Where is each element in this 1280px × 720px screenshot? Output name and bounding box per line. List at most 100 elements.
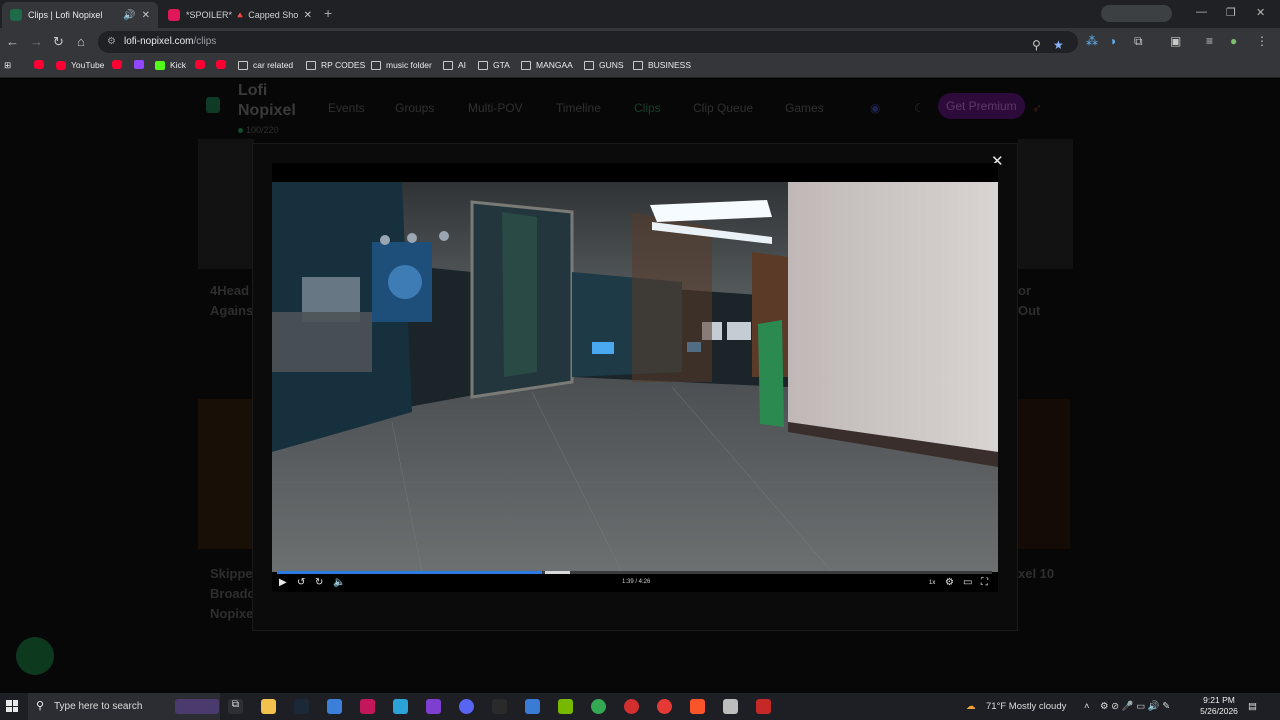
toolbar: ← → ↻ ⌂ ⚙ lofi-nopixel.com/clips ⚲ ★ ⁂ ◗… <box>0 28 1280 56</box>
app-icon[interactable] <box>756 699 771 714</box>
bookmark-folder-rp-codes[interactable]: RP CODES <box>306 60 365 70</box>
bookmark-kick[interactable]: Kick <box>155 60 186 70</box>
screenshot-icon[interactable]: ▣ <box>1170 34 1181 48</box>
close-tab-icon[interactable]: ✕ <box>304 10 312 21</box>
folder-icon <box>584 60 594 70</box>
extensions-puzzle-icon[interactable]: ⧉ <box>1134 34 1143 49</box>
chevron-up-icon[interactable]: ˄ <box>1084 701 1090 712</box>
weather-text[interactable]: 71°F Mostly cloudy <box>986 701 1066 712</box>
file-explorer-icon[interactable] <box>261 699 276 714</box>
site-info-icon[interactable]: ⚙ <box>107 31 116 53</box>
bookmark-star-icon[interactable]: ★ <box>1053 34 1064 56</box>
youtube-favicon-icon <box>168 9 180 21</box>
forward-icon[interactable]: → <box>30 34 43 49</box>
steam-icon[interactable] <box>294 699 309 714</box>
tab-spoiler[interactable]: *SPOILER* 🔺 Capped Shows N ✕ <box>160 2 320 28</box>
tab-strip: Clips | Lofi Nopixel 🔊 ✕ *SPOILER* 🔺 Cap… <box>0 0 1280 28</box>
nvidia-icon[interactable] <box>558 699 573 714</box>
nav-events[interactable]: Events <box>328 101 365 115</box>
bookmark-twitch-icon[interactable] <box>134 60 149 69</box>
bookmark-folder-guns[interactable]: GUNS <box>584 60 624 70</box>
notifications-icon[interactable]: ▤ <box>1248 701 1257 712</box>
tray-icons[interactable]: ⚙ ⊘ 🎤 ▭ 🔊 ✎ <box>1100 701 1170 712</box>
bookmark-folder-business[interactable]: BUSINESS <box>633 60 691 70</box>
get-premium-button[interactable]: Get Premium <box>938 93 1025 119</box>
affinity-icon[interactable] <box>360 699 375 714</box>
fullscreen-icon[interactable]: ⛶ <box>981 577 988 588</box>
clip-title: Skippe Broadc Nopixe <box>210 566 254 621</box>
bookmark-folder-music[interactable]: music folder <box>371 60 432 70</box>
windows-start-icon[interactable] <box>6 700 18 712</box>
clip-card[interactable] <box>1018 399 1070 549</box>
menu-icon[interactable]: ⋮ <box>1256 34 1268 48</box>
media-player-icon[interactable] <box>624 699 639 714</box>
nav-clip-queue[interactable]: Clip Queue <box>693 101 753 115</box>
nav-timeline[interactable]: Timeline <box>556 101 601 115</box>
bookmark-youtube-icon[interactable] <box>195 60 210 69</box>
chat-button[interactable] <box>16 637 54 675</box>
nav-clips[interactable]: Clips <box>634 101 661 115</box>
video-player[interactable]: ▶ ↺ ↻ 🔈 1:39 / 4:26 1x ⚙ ▭ ⛶ <box>272 163 998 592</box>
close-tab-icon[interactable]: ✕ <box>142 10 150 21</box>
rocket-icon[interactable]: ➶ <box>1032 101 1042 115</box>
bookmark-youtube-icon[interactable] <box>216 60 231 69</box>
bookmark-folder-car-related[interactable]: car related <box>238 60 293 70</box>
bookmark-folder-ai[interactable]: AI <box>443 60 466 70</box>
clip-card[interactable] <box>198 399 254 549</box>
reading-list-icon[interactable]: ≡ <box>1206 34 1213 48</box>
extension-icon[interactable]: ◗ <box>1110 34 1117 48</box>
system-clock[interactable]: 9:21 PM 5/26/2026 <box>1196 695 1242 717</box>
volume-icon[interactable]: 🔈 <box>333 577 345 588</box>
new-tab-icon[interactable]: + <box>324 5 332 21</box>
discord-icon[interactable]: ◉ <box>870 101 880 115</box>
bookmark-youtube[interactable]: YouTube <box>56 60 104 70</box>
affinity-photo-icon[interactable] <box>426 699 441 714</box>
playback-speed-button[interactable]: 1x <box>929 580 935 586</box>
home-icon[interactable]: ⌂ <box>77 34 85 49</box>
theme-moon-icon[interactable]: ☾ <box>914 101 925 115</box>
clip-card[interactable] <box>1018 139 1073 269</box>
minimize-icon[interactable]: — <box>1196 6 1207 18</box>
close-window-icon[interactable]: ✕ <box>1256 6 1265 19</box>
bookmark-folder-gta[interactable]: GTA <box>478 60 510 70</box>
affinity-designer-icon[interactable] <box>393 699 408 714</box>
rewind-icon[interactable]: ↺ <box>297 577 305 588</box>
speaker-icon[interactable]: 🔊 <box>123 10 135 21</box>
nav-groups[interactable]: Groups <box>395 101 434 115</box>
reload-icon[interactable]: ↻ <box>53 34 64 50</box>
game-icon[interactable] <box>492 699 507 714</box>
video-progress-bar[interactable] <box>277 571 992 574</box>
app-icon[interactable] <box>327 699 342 714</box>
picture-in-picture-icon[interactable]: ▭ <box>963 577 972 588</box>
fast-forward-icon[interactable]: ↻ <box>315 577 323 588</box>
chrome-icon[interactable] <box>591 699 606 714</box>
site-header: Lofi Nopixel 100/220 Events Groups Multi… <box>200 79 1080 135</box>
discord-icon[interactable] <box>459 699 474 714</box>
app-icon[interactable] <box>657 699 672 714</box>
address-bar[interactable]: ⚙ lofi-nopixel.com/clips ⚲ ★ <box>98 31 1078 53</box>
nav-multi-pov[interactable]: Multi-POV <box>468 101 523 115</box>
bookmark-youtube-icon[interactable] <box>112 60 127 69</box>
play-icon[interactable]: ▶ <box>279 577 287 588</box>
clip-title: 4Head Agains <box>210 283 254 318</box>
task-view-icon[interactable]: ⧉ <box>228 699 243 714</box>
tab-clips[interactable]: Clips | Lofi Nopixel 🔊 ✕ <box>2 2 158 28</box>
app-icon[interactable] <box>525 699 540 714</box>
brave-icon[interactable] <box>690 699 705 714</box>
back-icon[interactable]: ← <box>6 34 19 49</box>
nav-games[interactable]: Games <box>785 101 824 115</box>
zoom-icon[interactable]: ⚲ <box>1032 34 1041 56</box>
clip-card[interactable] <box>198 139 254 269</box>
notepad-icon[interactable] <box>723 699 738 714</box>
extension-icon[interactable]: ⁂ <box>1086 34 1098 48</box>
lofi-logo-icon <box>206 97 220 113</box>
apps-grid-icon[interactable]: ⊞ <box>4 60 11 71</box>
settings-gear-icon[interactable]: ⚙ <box>945 577 954 588</box>
bookmark-folder-mangaa[interactable]: MANGAA <box>521 60 573 70</box>
bookmark-youtube-icon[interactable] <box>34 60 49 69</box>
avatar[interactable]: ● <box>1230 34 1237 48</box>
site-brand[interactable]: Lofi Nopixel <box>238 81 308 121</box>
restore-icon[interactable]: ❐ <box>1226 6 1236 19</box>
profile-pill[interactable] <box>1101 5 1172 22</box>
search-highlight-icon[interactable] <box>175 699 219 714</box>
